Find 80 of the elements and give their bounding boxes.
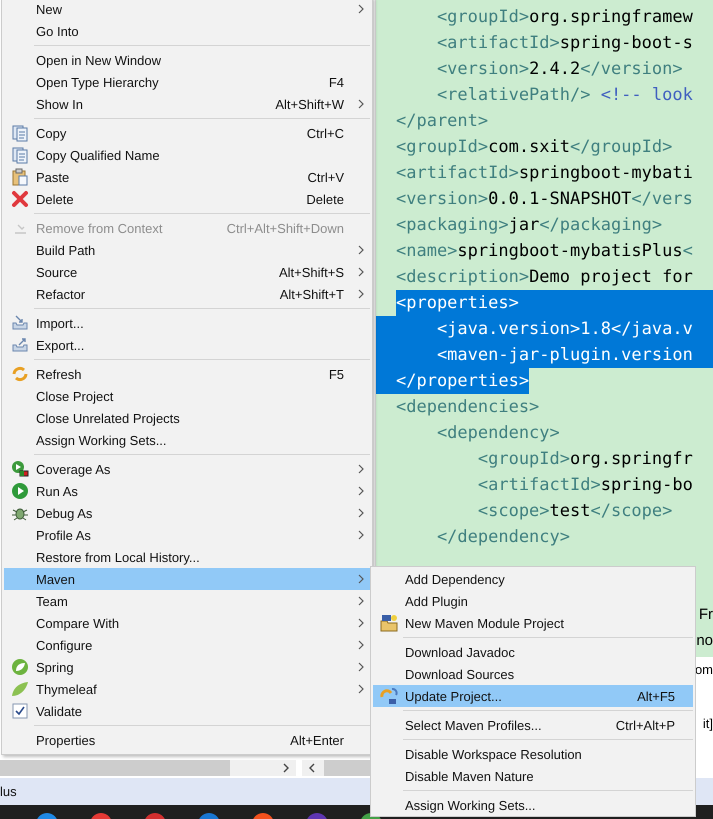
code-line: <artifactId>spring-bo bbox=[478, 474, 693, 497]
code-line: <dependency> bbox=[436, 422, 560, 445]
menu-item[interactable]: Export... bbox=[4, 334, 370, 356]
code-line: <groupId>org.springframew bbox=[436, 6, 693, 29]
leaf-icon bbox=[11, 658, 29, 676]
menu-item[interactable]: Properties Alt+Enter bbox=[4, 729, 370, 751]
document-icon bbox=[11, 124, 29, 142]
menu-item[interactable]: Assign Working Sets... bbox=[373, 794, 693, 816]
menu-item[interactable]: Download Sources bbox=[373, 663, 693, 685]
arrow-right-icon[interactable] bbox=[282, 763, 290, 773]
menu-item[interactable]: Compare With bbox=[4, 612, 370, 634]
console-text: it] bbox=[702, 716, 713, 732]
menu-item[interactable]: Add Dependency bbox=[373, 568, 693, 590]
scrollbar[interactable] bbox=[0, 760, 296, 776]
code-text: Fr bbox=[698, 605, 713, 625]
menu-item[interactable]: Show In Alt+Shift+W bbox=[4, 93, 370, 115]
menu-item[interactable]: Profile As bbox=[4, 524, 370, 546]
menu-item[interactable]: New Maven Module Project bbox=[373, 612, 693, 634]
menu-item[interactable]: Assign Working Sets... bbox=[4, 429, 370, 451]
code-line: <description>Demo project for bbox=[396, 266, 693, 289]
leaf-icon bbox=[11, 680, 29, 698]
code-line: <name>springboot-mybatisPlus< bbox=[396, 240, 693, 263]
delete-icon bbox=[11, 190, 29, 208]
menu-item[interactable]: Close Project bbox=[4, 385, 370, 407]
play-icon bbox=[11, 482, 29, 500]
menu-item[interactable]: Spring bbox=[4, 656, 370, 678]
document-icon bbox=[11, 146, 29, 164]
menu-item[interactable]: Add Plugin bbox=[373, 590, 693, 612]
refresh-icon bbox=[11, 365, 29, 383]
menu-item[interactable]: Team bbox=[4, 590, 370, 612]
menu-item[interactable]: Run As bbox=[4, 480, 370, 502]
menu-item[interactable]: Delete Delete bbox=[4, 188, 370, 210]
folder-icon bbox=[380, 614, 398, 632]
menu-item[interactable]: Paste Ctrl+V bbox=[4, 166, 370, 188]
code-line: <artifactId>spring-boot-s bbox=[436, 32, 693, 55]
menu-item[interactable]: Thymeleaf bbox=[4, 678, 370, 700]
menu-item[interactable]: Maven bbox=[4, 568, 370, 590]
menu-item[interactable]: Open in New Window bbox=[4, 49, 370, 71]
menu-item[interactable]: Import... bbox=[4, 312, 370, 334]
code-line: <version>2.4.2</version> bbox=[436, 58, 683, 81]
menu-item[interactable]: Download Javadoc bbox=[373, 641, 693, 663]
code-line: </parent> bbox=[396, 110, 488, 133]
menu-item[interactable]: Go Into bbox=[4, 20, 370, 42]
menu-item[interactable]: Restore from Local History... bbox=[4, 546, 370, 568]
clipboard-icon bbox=[11, 168, 29, 186]
menu-item[interactable]: Debug As bbox=[4, 502, 370, 524]
checkbox-icon bbox=[11, 702, 29, 720]
menu-item[interactable]: Coverage As bbox=[4, 458, 370, 480]
status-text: lus bbox=[0, 784, 17, 799]
code-line: <groupId>com.sxit</groupId> bbox=[396, 136, 672, 159]
menu-item[interactable]: Refresh F5 bbox=[4, 363, 370, 385]
menu-item[interactable]: Close Unrelated Projects bbox=[4, 407, 370, 429]
code-line: <relativePath/> <!-- look bbox=[436, 84, 693, 107]
code-line: <dependencies> bbox=[396, 396, 540, 419]
tray-arrow-icon bbox=[11, 336, 29, 354]
menu-item[interactable]: Copy Qualified Name bbox=[4, 144, 370, 166]
arrow-left-icon[interactable] bbox=[308, 763, 316, 773]
menu-item[interactable]: New bbox=[4, 0, 370, 20]
play-icon bbox=[11, 460, 29, 478]
console-text: om bbox=[694, 662, 713, 678]
menu-item[interactable]: Disable Workspace Resolution bbox=[373, 743, 693, 765]
menu-item[interactable]: Disable Maven Nature bbox=[373, 765, 693, 787]
code-line: <groupId>org.springfr bbox=[478, 448, 693, 471]
refresh-icon bbox=[380, 687, 398, 705]
code-line: </dependency> bbox=[436, 526, 570, 549]
code-text: no bbox=[696, 631, 713, 651]
menu-item[interactable]: Build Path bbox=[4, 239, 370, 261]
menu-item[interactable]: Validate bbox=[4, 700, 370, 722]
code-line: <artifactId>springboot-mybati bbox=[396, 162, 693, 185]
menu-item[interactable]: Open Type Hierarchy F4 bbox=[4, 71, 370, 93]
menu-item[interactable]: Select Maven Profiles... Ctrl+Alt+P bbox=[373, 714, 693, 736]
menu-item[interactable]: Refactor Alt+Shift+T bbox=[4, 283, 370, 305]
menu-item[interactable]: Update Project... Alt+F5 bbox=[373, 685, 693, 707]
code-line: <packaging>jar</packaging> bbox=[396, 214, 662, 237]
menu-item[interactable]: Copy Ctrl+C bbox=[4, 122, 370, 144]
code-line: <scope>test</scope> bbox=[478, 500, 672, 523]
tray-arrow-icon bbox=[11, 314, 29, 332]
menu-item[interactable]: Source Alt+Shift+S bbox=[4, 261, 370, 283]
menu-item[interactable]: Configure bbox=[4, 634, 370, 656]
code-line: <version>0.0.1-SNAPSHOT</vers bbox=[396, 188, 693, 211]
